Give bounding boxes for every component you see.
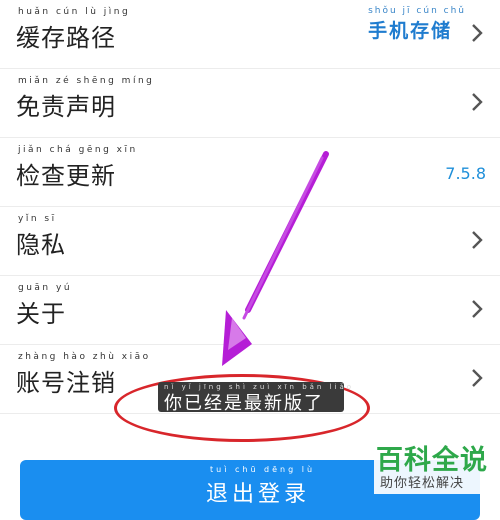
watermark-logo: 百科全说 助你轻松解决 xyxy=(374,438,494,494)
item-label: 检查更新 xyxy=(16,162,116,190)
logout-pinyin: tuì chū dēng lù xyxy=(210,465,316,474)
item-pinyin: zhàng hào zhù xiāo xyxy=(18,352,151,362)
watermark-tagline: 助你轻松解决 xyxy=(380,476,465,491)
settings-item-privacy[interactable]: yǐn sī 隐私 xyxy=(0,207,500,276)
item-pinyin: miǎn zé shēng míng xyxy=(18,76,155,86)
item-label: 缓存路径 xyxy=(16,24,116,52)
item-label: 账号注销 xyxy=(16,369,116,397)
logout-label: 退出登录 xyxy=(206,482,311,507)
item-pinyin: huǎn cún lù jìng xyxy=(18,7,131,17)
item-label: 关于 xyxy=(16,300,66,328)
version-number: 7.5.8 xyxy=(445,164,486,183)
toast-message: nǐ yǐ jīng shì zuì xīn bǎn liǎo 你已经是最新版了 xyxy=(158,382,351,414)
settings-item-about[interactable]: guān yú 关于 xyxy=(0,276,500,345)
item-pinyin: jiǎn chá gēng xīn xyxy=(18,145,138,155)
item-pinyin: guān yú xyxy=(18,283,73,293)
toast-text: 你已经是最新版了 xyxy=(164,393,324,414)
chevron-right-icon xyxy=(472,231,483,249)
item-value-pinyin: shǒu jī cún chǔ xyxy=(368,6,466,16)
settings-item-cache-path[interactable]: huǎn cún lù jìng 缓存路径 shǒu jī cún chǔ 手机… xyxy=(0,0,500,69)
chevron-right-icon xyxy=(472,24,483,42)
settings-item-check-update[interactable]: jiǎn chá gēng xīn 检查更新 7.5.8 xyxy=(0,138,500,207)
chevron-right-icon xyxy=(472,369,483,387)
item-pinyin: yǐn sī xyxy=(18,214,57,224)
chevron-right-icon xyxy=(472,300,483,318)
settings-list: huǎn cún lù jìng 缓存路径 shǒu jī cún chǔ 手机… xyxy=(0,0,500,414)
item-value-group: shǒu jī cún chǔ 手机存储 xyxy=(368,6,466,43)
item-label: 隐私 xyxy=(16,231,66,259)
settings-item-disclaimer[interactable]: miǎn zé shēng míng 免责声明 xyxy=(0,69,500,138)
item-value: 手机存储 xyxy=(368,20,453,42)
chevron-right-icon xyxy=(472,93,483,111)
item-label: 免责声明 xyxy=(16,93,116,121)
